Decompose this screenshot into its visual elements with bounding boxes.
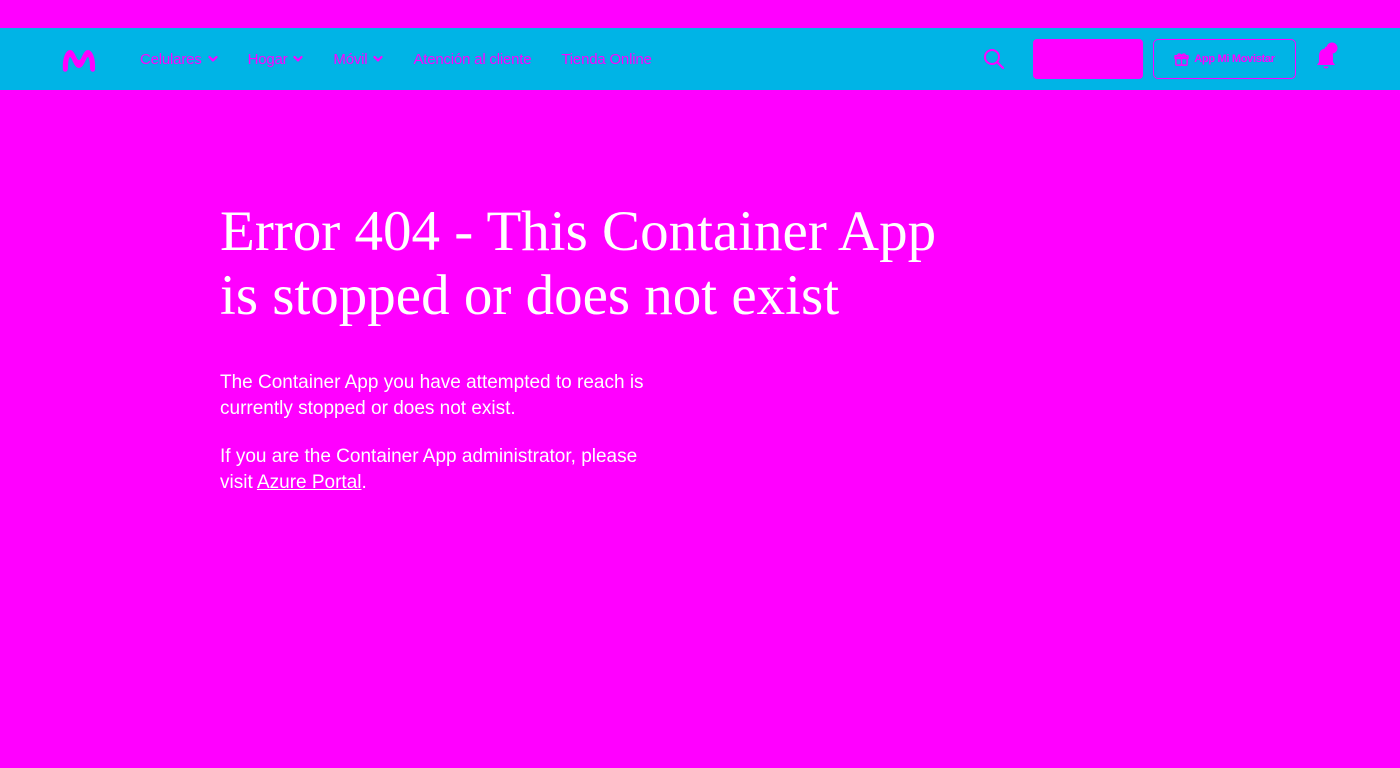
- primary-button[interactable]: [1033, 39, 1143, 79]
- nav-item-movil[interactable]: Móvil: [333, 50, 384, 68]
- nav-item-label: Tienda Online: [561, 50, 652, 68]
- movistar-logo[interactable]: [60, 44, 98, 74]
- error-title: Error 404 - This Container App is stoppe…: [220, 200, 937, 327]
- error-description: The Container App you have attempted to …: [220, 372, 644, 419]
- gift-icon: [1174, 52, 1190, 66]
- nav-item-label: Móvil: [333, 50, 368, 68]
- chevron-down-icon: [207, 55, 218, 62]
- bell-icon[interactable]: [1312, 42, 1342, 72]
- chevron-down-icon: [373, 55, 384, 62]
- nav-item-label: Hogar: [247, 50, 288, 68]
- app-button-label: App Mi Movistar: [1194, 53, 1275, 65]
- app-mi-movistar-button[interactable]: App Mi Movistar: [1153, 39, 1296, 79]
- admin-instructions: If you are the Container App administrat…: [220, 444, 670, 496]
- nav-item-tienda-online[interactable]: Tienda Online: [561, 51, 651, 68]
- azure-portal-link[interactable]: Azure Portal: [257, 472, 362, 493]
- search-icon[interactable]: [982, 47, 1006, 71]
- navbar: Celulares Hogar Móvil Atención al client…: [0, 28, 1400, 90]
- top-strip: [0, 0, 1400, 28]
- nav-item-hogar[interactable]: Hogar: [248, 51, 304, 68]
- chevron-down-icon: [293, 55, 304, 62]
- main-nav: Celulares Hogar Móvil Atención al client…: [140, 28, 682, 90]
- nav-item-celulares[interactable]: Celulares: [140, 51, 218, 68]
- nav-item-label: Celulares: [140, 50, 202, 68]
- nav-item-atencion-al-cliente[interactable]: Atención al cliente: [413, 51, 531, 68]
- error-content: Error 404 - This Container App is stoppe…: [220, 200, 980, 496]
- nav-item-label: Atención al cliente: [413, 50, 532, 68]
- admin-instructions-end: .: [361, 472, 367, 493]
